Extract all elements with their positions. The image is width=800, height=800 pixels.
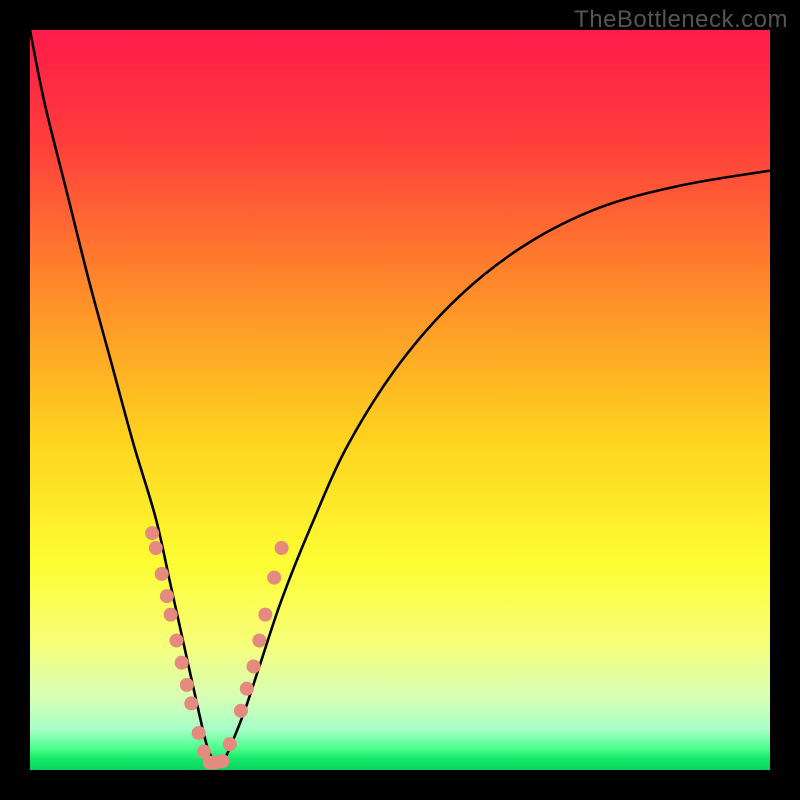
sample-dot xyxy=(267,571,281,585)
chart-frame: TheBottleneck.com xyxy=(0,0,800,800)
sample-dot xyxy=(234,704,248,718)
sample-dot xyxy=(215,754,229,768)
plot-area xyxy=(30,30,770,770)
sample-dot xyxy=(169,633,183,647)
sample-dot xyxy=(258,608,272,622)
sample-dot xyxy=(252,633,266,647)
sample-dot xyxy=(155,567,169,581)
watermark-text: TheBottleneck.com xyxy=(574,6,788,34)
sample-dot xyxy=(145,526,159,540)
sample-dot xyxy=(240,682,254,696)
sample-dot xyxy=(160,589,174,603)
sample-dot xyxy=(149,541,163,555)
bottleneck-curve xyxy=(30,30,770,764)
sample-dot xyxy=(175,656,189,670)
sample-dot xyxy=(192,726,206,740)
sample-dot xyxy=(184,696,198,710)
sample-dot xyxy=(164,608,178,622)
sample-dot xyxy=(223,737,237,751)
sample-dot xyxy=(275,541,289,555)
sample-dot xyxy=(246,659,260,673)
curve-layer xyxy=(30,30,770,770)
sample-dot xyxy=(180,678,194,692)
